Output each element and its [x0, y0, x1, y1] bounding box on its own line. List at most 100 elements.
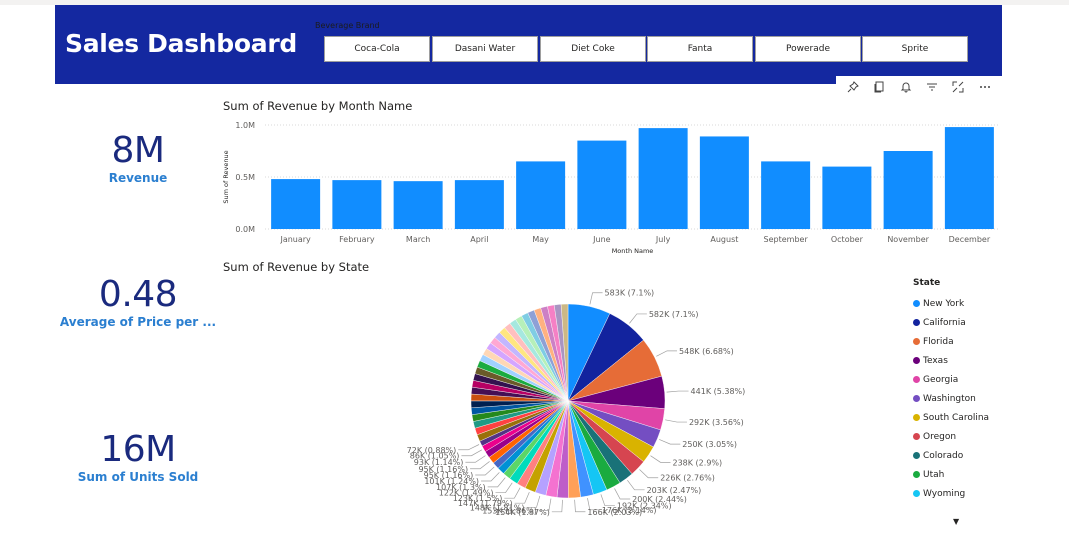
x-tick-label: June	[592, 235, 611, 244]
bar	[699, 136, 749, 229]
legend-label: New York	[923, 298, 965, 309]
pin-icon[interactable]	[842, 77, 864, 97]
legend-item[interactable]: Washington	[913, 389, 989, 408]
x-tick-label: December	[949, 235, 991, 244]
bar	[454, 180, 504, 229]
kpi-value: 16M	[100, 429, 176, 470]
bar	[638, 128, 688, 229]
legend-dot-icon	[913, 395, 920, 402]
legend-label: Florida	[923, 336, 954, 347]
pie-leader-line	[458, 444, 480, 451]
pie-data-label: 548K (6.68%)	[679, 347, 734, 356]
pie-leader-line	[656, 350, 678, 357]
legend-dot-icon	[913, 338, 920, 345]
dashboard-title: Sales Dashboard	[65, 29, 297, 58]
pie-leader-line	[504, 487, 521, 499]
pie-leader-line	[481, 472, 500, 482]
bell-icon[interactable]	[895, 77, 917, 97]
legend-item[interactable]: Utah	[913, 465, 989, 484]
legend-item[interactable]: Georgia	[913, 370, 989, 389]
filter-icon[interactable]	[921, 77, 943, 97]
focus-mode-icon[interactable]	[947, 77, 969, 97]
kpi-label: Revenue	[108, 171, 168, 185]
legend-label: Oregon	[923, 431, 957, 442]
pie-data-label: 250K (3.05%)	[682, 440, 737, 449]
legend-item[interactable]: Florida	[913, 332, 989, 351]
kpi-value: 0.48	[98, 274, 178, 315]
legend-label: Colorado	[923, 450, 964, 461]
visual-toolbar	[836, 76, 1002, 98]
pie-leader-line	[665, 419, 687, 423]
bar	[761, 161, 811, 229]
legend-item[interactable]: South Carolina	[913, 408, 989, 427]
pie-leader-line	[475, 466, 495, 476]
x-tick-label: September	[764, 235, 809, 244]
pie-data-label: 582K (7.1%)	[649, 310, 699, 319]
x-axis-title: Month Name	[612, 247, 654, 255]
slicer-title: Beverage Brand	[315, 21, 380, 30]
legend-item[interactable]: Texas	[913, 351, 989, 370]
pie-leader-line	[574, 499, 586, 513]
pie-data-label: 583K (7.1%)	[605, 289, 655, 298]
pie-leader-line	[461, 449, 483, 457]
x-tick-label: July	[655, 235, 671, 244]
pie-leader-line	[666, 390, 689, 393]
legend-label: South Carolina	[923, 412, 990, 423]
slicer-button-fanta[interactable]: Fanta	[647, 36, 753, 62]
legend-item[interactable]: Oregon	[913, 427, 989, 446]
x-tick-label: February	[339, 235, 375, 244]
pie-data-label: 203K (2.47%)	[647, 486, 702, 495]
more-options-icon[interactable]	[974, 77, 996, 97]
kpi-label: Average of Price per ...	[59, 315, 217, 329]
pie-data-label: 226K (2.76%)	[660, 474, 715, 483]
bar-chart: 0.0M 0.5M 1.0M January February March April May…	[222, 121, 1000, 255]
slicer-button-dasani-water[interactable]: Dasani Water	[432, 36, 538, 62]
legend-label: California	[923, 317, 966, 328]
legend-label: Texas	[923, 355, 948, 366]
pie-leader-line	[589, 292, 603, 305]
legend-scroll-down-icon[interactable]: ▼	[953, 517, 959, 526]
y-tick-label: 1.0M	[235, 121, 255, 130]
kpi-value: 8M	[111, 130, 165, 171]
pie-leader-line	[614, 488, 631, 500]
pie-legend: State New York California Florida Texas Geor…	[913, 278, 989, 503]
pie-data-label: 72K (0.88%)	[407, 446, 457, 455]
pie-data-label: 292K (3.56%)	[689, 418, 744, 427]
legend-item[interactable]: Colorado	[913, 446, 989, 465]
x-tick-label: May	[532, 235, 549, 244]
bar	[883, 151, 933, 229]
bar	[822, 166, 872, 229]
legend-dot-icon	[913, 452, 920, 459]
bar	[577, 140, 627, 229]
slicer-button-sprite[interactable]: Sprite	[862, 36, 968, 62]
slicer-button-coca-cola[interactable]: Coca-Cola	[324, 36, 430, 62]
legend-dot-icon	[913, 490, 920, 497]
bar	[393, 181, 443, 229]
slicer-button-powerade[interactable]: Powerade	[755, 36, 861, 62]
copy-icon[interactable]	[868, 77, 890, 97]
pie-data-label: 441K (5.38%)	[691, 387, 746, 396]
pie-leader-line	[465, 455, 486, 463]
legend-item[interactable]: California	[913, 313, 989, 332]
pie-leader-line	[650, 455, 671, 463]
legend-label: Washington	[923, 393, 976, 404]
legend-label: Georgia	[923, 374, 959, 385]
x-tick-label: November	[887, 235, 929, 244]
legend-item[interactable]: New York	[913, 294, 989, 313]
x-tick-label: October	[831, 235, 864, 244]
pie-leader-line	[600, 494, 615, 507]
kpi-label: Sum of Units Sold	[77, 470, 199, 484]
legend-dot-icon	[913, 319, 920, 326]
legend-dot-icon	[913, 433, 920, 440]
pie-leader-line	[551, 499, 563, 513]
pie-data-label: 166K (2.03%)	[587, 508, 642, 517]
legend-dot-icon	[913, 414, 920, 421]
x-tick-label: January	[279, 235, 311, 244]
slicer-button-diet-coke[interactable]: Diet Coke	[540, 36, 646, 62]
kpi-card-revenue: 8M Revenue	[55, 130, 221, 185]
kpi-card-average-price: 0.48 Average of Price per ...	[55, 274, 221, 329]
legend-label: Wyoming	[923, 488, 966, 499]
pie-leader-line	[495, 482, 513, 494]
legend-item[interactable]: Wyoming	[913, 484, 989, 503]
pie-chart: 583K (7.1%) 582K (7.1%) 548K (6.68%) 441K (…	[407, 289, 746, 517]
